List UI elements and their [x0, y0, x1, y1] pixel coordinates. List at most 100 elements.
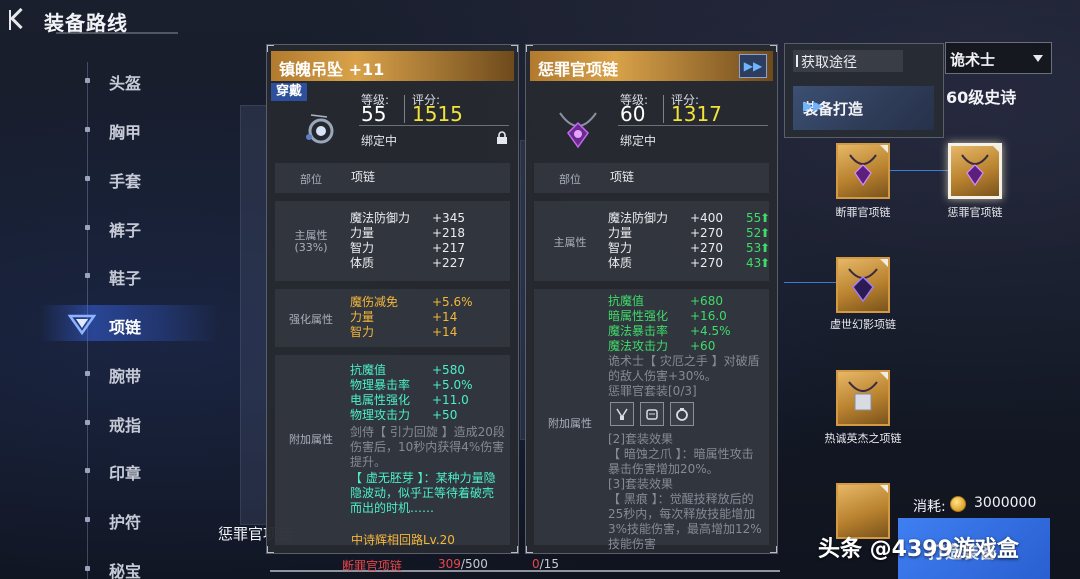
equipped-item-tooltip: 镇魄吊坠 +11 穿戴 等级: 55 评分: 1515 绑定中 部位 项链 主属…: [266, 44, 519, 554]
material-name: 断罪官项链: [342, 559, 403, 573]
necklace-set-icon: [610, 402, 634, 426]
necklace-icon: [848, 268, 878, 303]
nav-item-label: 鞋子: [109, 269, 142, 288]
extra-stats-label: 附加属性: [548, 417, 592, 430]
nav-item-label: 腕带: [109, 367, 142, 386]
slot-value: 项链: [351, 170, 376, 184]
nav-dot: [85, 176, 90, 181]
slot-value: 项链: [610, 170, 635, 184]
tree-node-item[interactable]: [836, 370, 890, 426]
set2-desc: 【 暗蚀之爪 】：暗属性攻击 暴击伤害增加20%。: [608, 447, 754, 476]
necklace-icon: [848, 381, 878, 411]
chevron-down-icon: [1033, 55, 1043, 62]
nav-dot: [85, 225, 90, 230]
bracer-set-icon: [640, 402, 664, 426]
set-title: 惩罪官套装[0/3]: [608, 384, 697, 398]
nav-item-amulet[interactable]: 护符: [82, 507, 202, 532]
nav-item-label: 戒指: [109, 416, 142, 435]
gem-slot-text: 中诗辉相回路Lv.20: [351, 533, 455, 547]
nav-item-label: 裤子: [109, 221, 142, 240]
extra-stats-section: 附加属性 抗魔值 +580 物理暴击率 +5.0% 电属性强化 +11.0 物理攻击力…: [275, 355, 510, 545]
source-row[interactable]: 获取途径: [793, 50, 903, 72]
compare-item-tooltip: 惩罪官项链 ▶▶ 等级: 60 评分: 1317 绑定中 部位 项链 主属性 魔…: [525, 44, 778, 554]
source-popup: 获取途径 装备打造 ▶▶: [784, 43, 944, 138]
nav-item-label: 秘宝: [109, 562, 142, 579]
back-button[interactable]: [6, 6, 30, 34]
nav-dot: [85, 468, 90, 473]
nav-item-bracer[interactable]: 腕带: [82, 361, 202, 386]
tree-node-label: 断罪官项链: [835, 206, 891, 219]
slot-section: 部位 项链: [275, 163, 510, 193]
skill-effect-text: 剑侍【 引力回旋 】造成20段 伤害后，10秒内获得4%伤害 提升。: [350, 425, 505, 469]
tree-node-item[interactable]: [836, 257, 890, 313]
tree-node-label: 虚世幻影项链: [830, 318, 896, 331]
material-count-2: 0/15: [532, 557, 559, 571]
score-value: 1515: [412, 102, 463, 126]
ring-set-icon: [670, 402, 694, 426]
equipped-badge: 穿戴: [271, 83, 308, 101]
level-value: 55: [361, 102, 387, 126]
necklace-icon: [849, 154, 877, 187]
nav-item-label: 头盔: [109, 74, 142, 93]
necklace-icon: [559, 112, 597, 149]
nav-item-label: 护符: [109, 513, 142, 532]
slot-label: 部位: [300, 173, 322, 186]
tree-node-label: 热诚英杰之项链: [824, 432, 902, 445]
set3-title: [3]套装效果: [608, 477, 673, 491]
nav-dot: [85, 78, 90, 83]
nav-item-seal[interactable]: 印章: [82, 458, 202, 483]
skill-effect-text: 诡术士【 灾厄之手 】对破盾 的敌人伤害+30%。: [608, 354, 760, 383]
nav-dot: [85, 517, 90, 522]
fast-forward-icon: ▶▶: [803, 99, 823, 114]
cost-label: 消耗:: [913, 499, 946, 515]
nav-item-pants[interactable]: 裤子: [82, 215, 202, 240]
enhance-stats-label: 强化属性: [289, 313, 333, 326]
set2-title: [2]套装效果: [608, 432, 673, 446]
necklace-icon: [961, 154, 989, 187]
enhance-stats-section: 强化属性 魔伤减免 +5.6% 力量 +14 智力 +14: [275, 289, 510, 347]
main-stats-section: 主属性 魔法防御力 +400 55 ⬆ 力量 +270 52 ⬆ 智力 +270 53 ⬆ 体质 +…: [534, 201, 770, 281]
tree-connector: [890, 170, 948, 171]
extra-stats-section: 附加属性 抗魔值 +680 暗属性强化 +16.0 魔法暴击率 +4.5% 魔法攻击力…: [534, 289, 769, 551]
fast-forward-icon[interactable]: ▶▶: [739, 54, 767, 78]
tree-node-label: 惩罪官项链: [947, 206, 1003, 219]
item-name-bar: 镇魄吊坠 +11: [271, 51, 514, 81]
main-stats-section: 主属性 (33%) 魔法防御力 +345 力量 +218 智力 +217 体质 +227: [275, 201, 510, 281]
extra-stats-label: 附加属性: [289, 433, 333, 446]
item-name-bar: 惩罪官项链 ▶▶: [530, 51, 773, 81]
nav-item-chest[interactable]: 胸甲: [82, 117, 202, 142]
tree-node-item-selected[interactable]: [948, 143, 1002, 199]
nav-item-gloves[interactable]: 手套: [82, 166, 202, 191]
nav-item-helmet[interactable]: 头盔: [82, 68, 202, 93]
bound-status: 绑定中: [620, 134, 657, 148]
nav-dot: [85, 127, 90, 132]
nav-item-treasure[interactable]: 秘宝: [82, 556, 202, 579]
set3-desc: 【 黑痕 】：觉醒技释放后的 25秒内，每次释放技能增加 3%技能伤害，最高增加…: [608, 492, 762, 551]
nav-item-label: 项链: [109, 318, 142, 337]
main-stats-percent: (33%): [294, 241, 328, 254]
hidden-effect-text: 【 虚无胚芽 】：某种力量隐 隐波动，似乎正等待着破壳 而出的时机……: [350, 471, 496, 515]
nav-item-shoes[interactable]: 鞋子: [82, 263, 202, 288]
slot-label: 部位: [559, 173, 581, 186]
nav-dot: [85, 371, 90, 376]
bound-status: 绑定中: [361, 134, 398, 148]
lock-icon: [497, 131, 507, 144]
cost-value: 3000000: [974, 495, 1037, 511]
slot-section: 部位 项链: [534, 163, 769, 193]
title-underline: [56, 32, 178, 34]
nav-item-label: 手套: [109, 172, 142, 191]
nav-item-ring[interactable]: 戒指: [82, 410, 202, 435]
nav-dot: [85, 273, 90, 278]
watermark-text: 头条 @4399游戏盒: [818, 537, 1019, 562]
item-name: 镇魄吊坠 +11: [279, 60, 385, 79]
level-value: 60: [620, 102, 646, 126]
class-dropdown-value: 诡术士: [950, 51, 996, 69]
material-count: 309/500: [438, 557, 488, 571]
tree-connector: [784, 282, 836, 283]
nav-item-necklace[interactable]: 项链: [82, 312, 202, 337]
pendant-icon: [306, 114, 334, 144]
source-label: 获取途径: [801, 55, 857, 71]
tree-node-item[interactable]: [836, 143, 890, 199]
craft-option[interactable]: 装备打造 ▶▶: [793, 86, 934, 130]
class-dropdown[interactable]: 诡术士: [945, 42, 1052, 74]
